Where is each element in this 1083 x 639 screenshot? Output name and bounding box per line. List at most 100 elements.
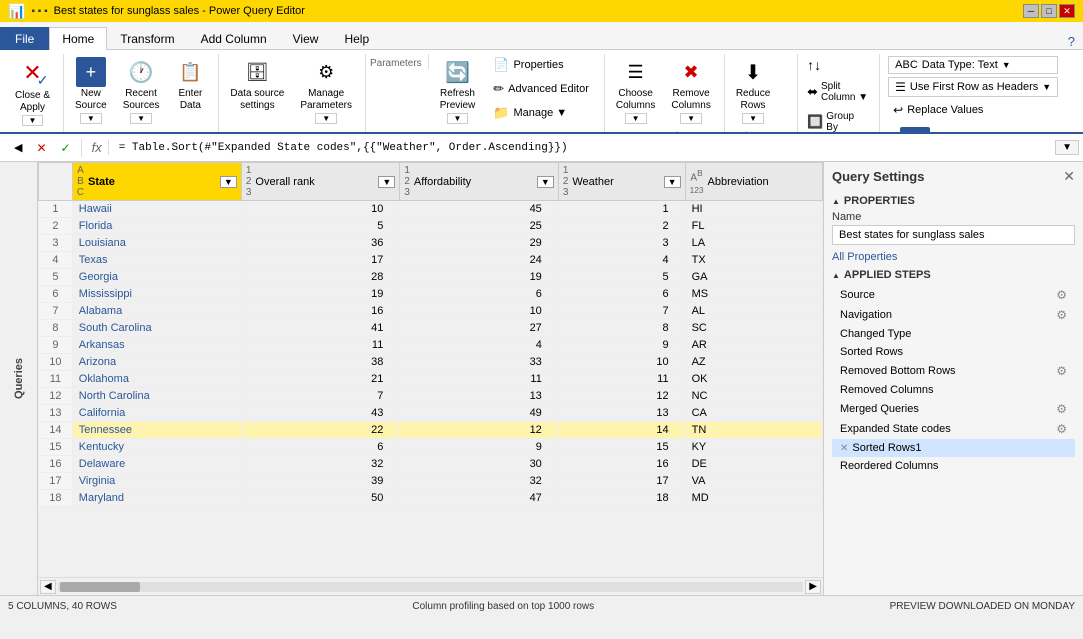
affordability-filter-btn[interactable]: ▼ — [537, 176, 554, 188]
step-delete-icon[interactable]: ✕ — [840, 443, 848, 454]
table-body: 1Hawaii10451HI2Florida5252FL3Louisiana36… — [39, 201, 823, 507]
step-gear-icon[interactable]: ⚙ — [1056, 364, 1067, 378]
window-controls-left[interactable]: ▪ ▪ ▪ — [31, 6, 47, 17]
table-row[interactable]: 14Tennessee221214TN — [39, 422, 823, 439]
step-item[interactable]: Expanded State codes⚙ — [832, 419, 1075, 439]
step-name-label: Navigation — [840, 309, 892, 321]
tab-file[interactable]: File — [0, 27, 49, 50]
parameters-group-label: Parameters — [370, 56, 422, 69]
properties-button[interactable]: 📄 Properties — [488, 54, 594, 76]
abbreviation-cell: HI — [685, 201, 822, 218]
grid-scroll-container[interactable]: ABC State ▼ 123 Overall rank ▼ — [38, 162, 823, 577]
formula-confirm-btn[interactable]: ✓ — [55, 139, 77, 157]
h-scroll-left-btn[interactable]: ◀ — [40, 580, 56, 594]
tab-home[interactable]: Home — [49, 27, 107, 50]
new-source-button[interactable]: + NewSource ▼ — [68, 54, 114, 127]
abbreviation-cell: KY — [685, 439, 822, 456]
query-name-input[interactable] — [832, 225, 1075, 245]
table-row[interactable]: 10Arizona383310AZ — [39, 354, 823, 371]
table-row[interactable]: 2Florida5252FL — [39, 218, 823, 235]
formula-input[interactable] — [113, 140, 1051, 156]
step-item[interactable]: Navigation ⚙ — [832, 305, 1075, 325]
state-filter-btn[interactable]: ▼ — [220, 176, 237, 188]
table-row[interactable]: 1Hawaii10451HI — [39, 201, 823, 218]
table-row[interactable]: 12North Carolina71312NC — [39, 388, 823, 405]
sort-asc-button[interactable]: ↑↓ — [802, 54, 826, 76]
maximize-btn[interactable]: □ — [1041, 4, 1057, 18]
window-title: Best states for sunglass sales - Power Q… — [54, 5, 305, 17]
overall-rank-filter-btn[interactable]: ▼ — [378, 176, 395, 188]
step-gear-icon[interactable]: ⚙ — [1056, 288, 1067, 302]
enter-data-button[interactable]: 📋 EnterData — [168, 54, 212, 115]
step-item[interactable]: Sorted Rows — [832, 343, 1075, 361]
col-header-state[interactable]: ABC State ▼ — [72, 163, 241, 201]
combine-button[interactable]: ⊕ Combine — [888, 124, 942, 134]
table-row[interactable]: 17Virginia393217VA — [39, 473, 823, 490]
table-row[interactable]: 13California434913CA — [39, 405, 823, 422]
refresh-preview-button[interactable]: 🔄 RefreshPreview ▼ — [433, 54, 483, 127]
close-btn[interactable]: ✕ — [1059, 4, 1075, 18]
h-scroll-right-btn[interactable]: ▶ — [805, 580, 821, 594]
step-name-label: Changed Type — [840, 328, 911, 340]
remove-columns-button[interactable]: ✖ RemoveColumns ▼ — [664, 54, 717, 127]
table-row[interactable]: 3Louisiana36293LA — [39, 235, 823, 252]
formula-cancel-btn[interactable]: ✕ — [30, 139, 52, 157]
all-properties-link[interactable]: All Properties — [832, 251, 897, 263]
table-row[interactable]: 11Oklahoma211111OK — [39, 371, 823, 388]
row-num-cell: 13 — [39, 405, 73, 422]
replace-values-button[interactable]: ↩ Replace Values — [888, 100, 1058, 120]
step-item[interactable]: Removed Columns — [832, 381, 1075, 399]
table-row[interactable]: 16Delaware323016DE — [39, 456, 823, 473]
overall-rank-cell: 21 — [241, 371, 399, 388]
step-item[interactable]: Reordered Columns — [832, 457, 1075, 475]
table-row[interactable]: 8South Carolina41278SC — [39, 320, 823, 337]
col-header-overall-rank[interactable]: 123 Overall rank ▼ — [241, 163, 399, 201]
manage-button[interactable]: 📁 Manage ▼ — [488, 102, 594, 124]
tab-help[interactable]: Help — [331, 27, 382, 50]
data-source-settings-button[interactable]: 🗄 Data sourcesettings — [223, 54, 291, 115]
split-column-button[interactable]: ⬌ SplitColumn ▼ — [802, 78, 873, 106]
step-gear-icon[interactable]: ⚙ — [1056, 402, 1067, 416]
applied-steps-section: APPLIED STEPS Source⚙Navigation⚙Changed … — [824, 265, 1083, 595]
data-type-dropdown[interactable]: ABC Data Type: Text ▼ — [888, 56, 1058, 74]
settings-close-btn[interactable]: ✕ — [1063, 168, 1075, 185]
table-row[interactable]: 9Arkansas1149AR — [39, 337, 823, 354]
ribbon-help-icon[interactable]: ? — [1068, 34, 1075, 49]
table-row[interactable]: 4Texas17244TX — [39, 252, 823, 269]
tab-transform[interactable]: Transform — [107, 27, 187, 50]
step-gear-icon[interactable]: ⚙ — [1056, 422, 1067, 436]
step-item[interactable]: Source⚙ — [832, 285, 1075, 305]
tab-add-column[interactable]: Add Column — [188, 27, 280, 50]
table-row[interactable]: 15Kentucky6915KY — [39, 439, 823, 456]
step-item[interactable]: ✕Sorted Rows1 — [832, 439, 1075, 457]
col-header-affordability[interactable]: 123 Affordability ▼ — [400, 163, 558, 201]
step-item[interactable]: Removed Bottom Rows⚙ — [832, 361, 1075, 381]
minimize-btn[interactable]: ─ — [1023, 4, 1039, 18]
col-header-weather[interactable]: 123 Weather ▼ — [558, 163, 685, 201]
advanced-editor-button[interactable]: ✏ Advanced Editor — [488, 78, 594, 100]
table-row[interactable]: 6Mississippi1966MS — [39, 286, 823, 303]
step-gear-icon[interactable]: ⚙ — [1056, 308, 1067, 322]
weather-filter-btn[interactable]: ▼ — [664, 176, 681, 188]
use-first-row-button[interactable]: ☰ Use First Row as Headers ▼ — [888, 77, 1058, 97]
formula-expand-btn[interactable]: ▼ — [1055, 140, 1079, 155]
col-header-abbreviation[interactable]: AB123 Abbreviation — [685, 163, 822, 201]
tab-view[interactable]: View — [280, 27, 332, 50]
table-row[interactable]: 7Alabama16107AL — [39, 303, 823, 320]
close-apply-button[interactable]: ✕ ✓ Close &Apply ▼ — [8, 54, 57, 129]
group-by-button[interactable]: 🔲 GroupBy — [802, 108, 859, 134]
step-item[interactable]: Merged Queries⚙ — [832, 399, 1075, 419]
h-scroll-track[interactable] — [58, 582, 804, 592]
choose-columns-button[interactable]: ☰ ChooseColumns ▼ — [609, 54, 662, 127]
h-scroll-thumb[interactable] — [60, 582, 140, 592]
row-num-cell: 17 — [39, 473, 73, 490]
manage-parameters-button[interactable]: ⚙ ManageParameters ▼ — [293, 54, 359, 127]
recent-sources-button[interactable]: 🕐 RecentSources ▼ — [116, 54, 167, 127]
table-row[interactable]: 18Maryland504718MD — [39, 490, 823, 507]
step-item[interactable]: Changed Type — [832, 325, 1075, 343]
horizontal-scrollbar[interactable]: ◀ ▶ — [38, 577, 823, 595]
table-row[interactable]: 5Georgia28195GA — [39, 269, 823, 286]
nav-back-btn[interactable]: ◀ — [8, 139, 28, 156]
affordability-cell: 29 — [400, 235, 558, 252]
reduce-rows-button[interactable]: ⬇ ReduceRows ▼ — [729, 54, 777, 127]
